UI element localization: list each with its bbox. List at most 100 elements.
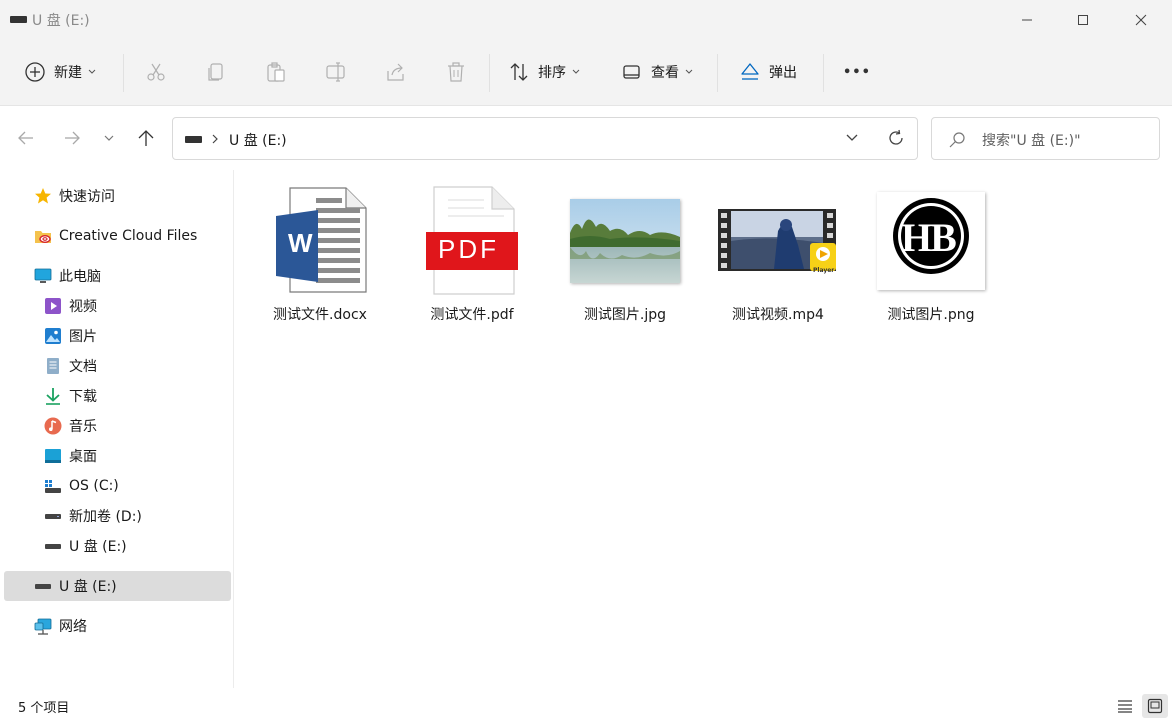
address-bar[interactable]: U 盘 (E:) — [172, 117, 918, 160]
cut-button[interactable] — [145, 56, 167, 88]
arrow-left-icon — [18, 131, 33, 145]
item-count: 5 个项目 — [18, 701, 70, 716]
sidebar-item-label: U 盘 (E:) — [69, 539, 127, 555]
navigation-pane: 快速访问 Creative Cloud Files 此电脑 视频 图片 文档 下… — [0, 170, 234, 688]
arrow-right-icon — [65, 131, 80, 145]
minimize-icon — [1022, 19, 1032, 21]
sidebar-item-label: 视频 — [69, 299, 97, 315]
music-note-icon — [44, 417, 62, 435]
usb-drive-icon — [185, 136, 202, 143]
more-dots-icon: ••• — [843, 64, 871, 80]
close-icon — [1135, 14, 1147, 26]
sidebar-item-label: 图片 — [69, 329, 97, 345]
share-button[interactable] — [385, 56, 407, 88]
file-item-pdf[interactable]: PDF 测试文件.pdf — [402, 184, 542, 324]
sidebar-item-label: 此电脑 — [59, 269, 101, 285]
download-arrow-icon — [44, 387, 62, 405]
copy-button[interactable] — [205, 56, 227, 88]
sidebar-item-quick-access[interactable]: 快速访问 — [34, 181, 262, 211]
file-name: 测试图片.jpg — [583, 307, 667, 323]
new-label: 新建 — [54, 65, 82, 81]
delete-button[interactable] — [445, 56, 467, 88]
word-letter: W — [288, 228, 313, 258]
sidebar-item-label: 下载 — [69, 389, 97, 405]
command-bar: 新建 排序 查看 弹出 ••• — [0, 40, 1172, 105]
new-button[interactable]: 新建 — [24, 56, 96, 88]
sidebar-item-usb-e-root[interactable]: U 盘 (E:) — [4, 571, 231, 601]
address-history-icon[interactable] — [845, 131, 859, 145]
refresh-icon[interactable] — [887, 129, 905, 147]
hard-drive-icon — [44, 507, 62, 525]
file-item-jpg[interactable]: 测试图片.jpg — [555, 184, 695, 324]
clipboard-icon — [267, 62, 285, 82]
up-button[interactable] — [136, 128, 156, 148]
sidebar-item-label: 新加卷 (D:) — [69, 509, 142, 525]
back-button[interactable] — [16, 128, 36, 148]
address-path[interactable]: U 盘 (E:) — [229, 130, 287, 150]
file-item-docx[interactable]: W 测试文件.docx — [250, 184, 390, 324]
usb-drive-icon — [44, 537, 62, 555]
landscape-image-thumbnail — [565, 184, 685, 298]
chevron-down-icon — [572, 69, 580, 74]
scissors-icon — [147, 63, 165, 81]
list-view-icon — [1118, 700, 1132, 713]
tile-view-icon — [1147, 698, 1163, 714]
logo-image-thumbnail: HB — [871, 184, 991, 298]
share-icon — [387, 63, 404, 81]
ribbon-divider — [123, 54, 124, 92]
usb-drive-icon — [10, 16, 27, 23]
sort-button[interactable]: 排序 — [508, 56, 580, 88]
file-list: W 测试文件.docx PDF 测试文件.pdf 测试图片.jpg Player… — [235, 170, 1172, 688]
file-item-png[interactable]: HB 测试图片.png — [861, 184, 1001, 324]
network-icon — [34, 617, 52, 635]
close-button[interactable] — [1118, 0, 1164, 40]
chevron-right-icon — [212, 134, 218, 144]
ribbon-divider — [489, 54, 490, 92]
trash-icon — [448, 62, 464, 82]
minimize-button[interactable] — [1004, 0, 1050, 40]
pdf-document-icon: PDF — [412, 184, 532, 298]
search-input[interactable]: 搜索"U 盘 (E:)" — [931, 117, 1160, 160]
sidebar-item-label: 网络 — [59, 619, 87, 635]
sidebar-item-label: 快速访问 — [59, 189, 115, 205]
search-icon — [949, 132, 965, 148]
search-placeholder: 搜索"U 盘 (E:)" — [982, 133, 1081, 149]
rename-button[interactable] — [325, 56, 347, 88]
desktop-icon — [44, 447, 62, 465]
video-folder-icon — [44, 297, 62, 315]
recent-locations-button[interactable] — [102, 128, 116, 148]
chevron-down-icon — [104, 135, 114, 141]
eject-button[interactable]: 弹出 — [739, 56, 797, 88]
navigation-bar: U 盘 (E:) 搜索"U 盘 (E:)" — [0, 105, 1172, 170]
monitor-icon — [34, 267, 52, 285]
view-label: 查看 — [651, 65, 679, 81]
view-button[interactable]: 查看 — [621, 56, 693, 88]
rename-icon — [326, 62, 345, 82]
arrow-up-icon — [138, 130, 154, 146]
picture-folder-icon — [44, 327, 62, 345]
sidebar-item-creative-cloud[interactable]: Creative Cloud Files — [34, 221, 262, 251]
sidebar-item-label: OS (C:) — [69, 478, 119, 494]
sort-label: 排序 — [538, 65, 566, 81]
ribbon-divider — [823, 54, 824, 92]
sidebar-item-this-pc[interactable]: 此电脑 — [34, 261, 262, 291]
eject-label: 弹出 — [769, 65, 797, 81]
file-name: 测试图片.png — [887, 307, 975, 323]
sidebar-item-label: Creative Cloud Files — [59, 228, 198, 244]
sidebar-item-network[interactable]: 网络 — [34, 611, 262, 641]
sidebar-item-label: 文档 — [69, 359, 97, 375]
forward-button[interactable] — [62, 128, 82, 148]
details-view-button[interactable] — [1112, 694, 1138, 718]
file-item-mp4[interactable]: Player 测试视频.mp4 — [708, 184, 848, 324]
file-name: 测试文件.docx — [273, 307, 367, 323]
sidebar-item-label: 音乐 — [69, 419, 97, 435]
maximize-button[interactable] — [1060, 0, 1106, 40]
large-icons-view-button[interactable] — [1142, 694, 1168, 718]
more-options-button[interactable]: ••• — [843, 56, 871, 88]
paste-button[interactable] — [265, 56, 287, 88]
video-thumbnail: Player — [718, 184, 838, 298]
sidebar-item-label: U 盘 (E:) — [59, 579, 117, 595]
file-name: 测试视频.mp4 — [732, 307, 824, 323]
system-drive-icon — [44, 477, 62, 495]
status-bar: 5 个项目 — [0, 688, 1172, 721]
